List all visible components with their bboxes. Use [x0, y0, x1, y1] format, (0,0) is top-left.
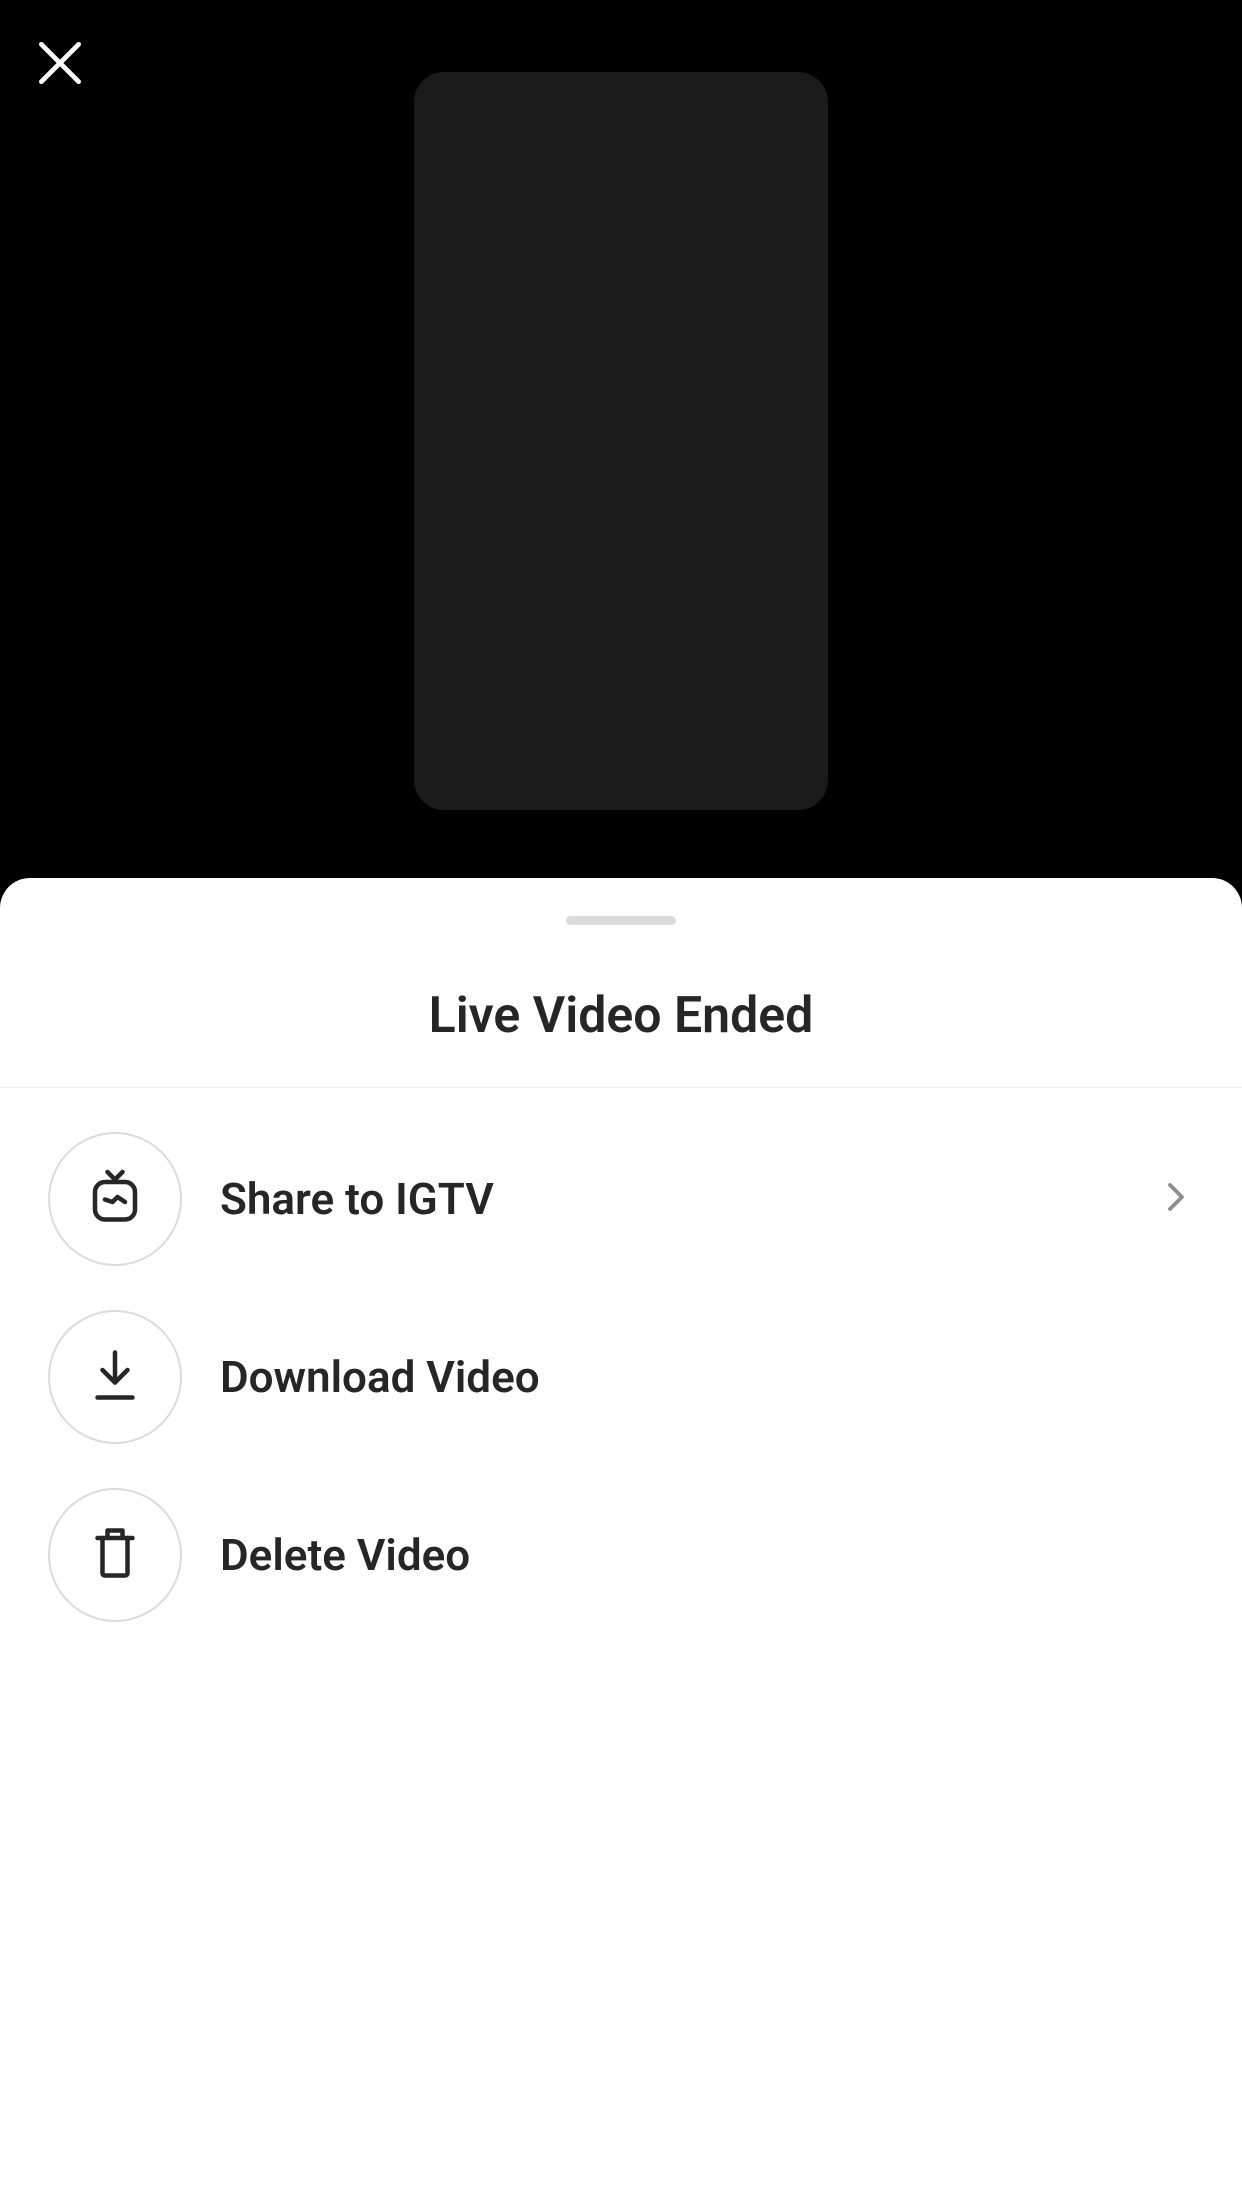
sheet-title: Live Video Ended: [0, 987, 1242, 1045]
option-icon-container: [48, 1132, 182, 1266]
drag-handle[interactable]: [566, 916, 676, 925]
share-to-igtv-option[interactable]: Share to IGTV: [48, 1110, 1194, 1288]
option-icon-container: [48, 1310, 182, 1444]
chevron-right-icon: [1158, 1179, 1194, 1219]
close-button[interactable]: [30, 35, 90, 95]
options-list: Share to IGTV Download Video: [0, 1088, 1242, 1644]
download-video-option[interactable]: Download Video: [48, 1288, 1194, 1466]
close-icon: [32, 35, 88, 95]
option-label: Share to IGTV: [220, 1173, 1158, 1225]
trash-icon: [85, 1523, 145, 1587]
option-label: Download Video: [220, 1351, 1194, 1403]
download-icon: [85, 1345, 145, 1409]
option-label: Delete Video: [220, 1529, 1194, 1581]
delete-video-option[interactable]: Delete Video: [48, 1466, 1194, 1644]
option-icon-container: [48, 1488, 182, 1622]
igtv-icon: [85, 1167, 145, 1231]
video-preview-thumbnail: [414, 72, 828, 810]
bottom-sheet: Live Video Ended Share to IGTV: [0, 878, 1242, 2208]
